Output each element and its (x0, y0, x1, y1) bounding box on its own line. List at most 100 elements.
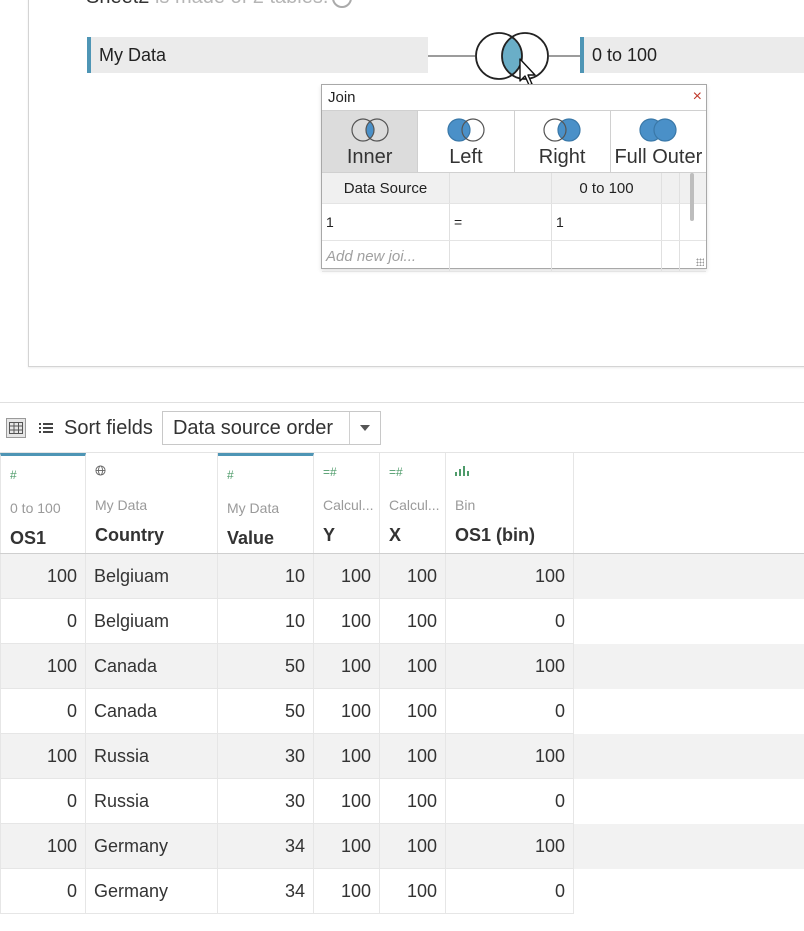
cell-x: 100 (380, 824, 446, 869)
cell-country: Russia (86, 734, 218, 779)
join-dialog-header: Join × (322, 85, 706, 111)
table-row[interactable]: 100 Canada 50 100 100 100 (0, 644, 804, 689)
cell-value: 34 (218, 824, 314, 869)
right-table-label: 0 to 100 (592, 44, 658, 65)
cell-y: 100 (314, 824, 380, 869)
table-row[interactable]: 0 Belgiuam 10 100 100 0 (0, 599, 804, 644)
join-type-label: Left (449, 146, 483, 168)
left-join-icon (447, 118, 485, 142)
clause-header-op (450, 173, 552, 203)
grid-toolbar: Sort fields Data source order (0, 408, 804, 448)
column-header-x[interactable]: =# Calcul... X (380, 453, 446, 553)
cell-os1: 0 (0, 779, 86, 824)
data-grid: # 0 to 100 OS1 My Data Country # My Data… (0, 453, 804, 914)
clause-left-field[interactable]: 1 (322, 204, 450, 240)
calc-number-icon: =# (389, 465, 403, 479)
panel-divider[interactable] (0, 402, 804, 403)
close-icon[interactable]: × (693, 87, 702, 107)
cell-country: Belgiuam (86, 599, 218, 644)
cell-os1: 0 (0, 689, 86, 734)
add-join-op-empty (450, 241, 552, 271)
cell-y: 100 (314, 599, 380, 644)
sort-fields-value: Data source order (172, 416, 334, 439)
clause-spacer (662, 204, 680, 240)
cell-os1-bin: 0 (446, 689, 574, 734)
mouse-cursor-icon (519, 58, 536, 86)
cell-country: Russia (86, 779, 218, 824)
cell-os1-bin: 100 (446, 734, 574, 779)
join-type-right[interactable]: Right (515, 111, 611, 172)
calc-number-icon: =# (323, 465, 337, 479)
table-row[interactable]: 100 Germany 34 100 100 100 (0, 824, 804, 869)
column-source: My Data (227, 500, 280, 516)
cell-y: 100 (314, 779, 380, 824)
join-type-selector: Inner Left Right Full Outer (322, 111, 706, 173)
cell-os1-bin: 0 (446, 779, 574, 824)
globe-icon (95, 465, 106, 479)
resize-grip-icon[interactable] (696, 258, 704, 266)
add-join-right-empty (552, 241, 662, 271)
cell-x: 100 (380, 689, 446, 734)
cell-value: 10 (218, 599, 314, 644)
sheet-name: Sheet2 (86, 0, 149, 8)
column-header-y[interactable]: =# Calcul... Y (314, 453, 380, 553)
column-name: Y (323, 525, 336, 545)
clause-header-right: 0 to 100 (552, 173, 662, 203)
join-clause-scrollbar[interactable] (690, 173, 694, 221)
clause-operator[interactable]: = (450, 204, 552, 240)
sort-fields-dropdown[interactable]: Data source order (161, 411, 381, 445)
cell-os1-bin: 100 (446, 824, 574, 869)
column-name: OS1 (bin) (455, 525, 535, 545)
add-join-clause-row[interactable]: Add new joi... (322, 241, 706, 272)
cell-x: 100 (380, 779, 446, 824)
left-table-pill[interactable]: My Data (87, 37, 428, 73)
join-type-left[interactable]: Left (418, 111, 515, 172)
column-header-country[interactable]: My Data Country (86, 453, 218, 553)
table-row[interactable]: 100 Belgiuam 10 100 100 100 (0, 554, 804, 599)
join-clause-grid: Data Source 0 to 100 1 = 1 Add new joi..… (322, 173, 706, 272)
table-row[interactable]: 0 Russia 30 100 100 0 (0, 779, 804, 824)
cell-y: 100 (314, 689, 380, 734)
join-type-full-outer[interactable]: Full Outer (611, 111, 706, 172)
number-icon: # (227, 468, 234, 482)
clause-header-spacer (662, 173, 680, 203)
add-join-clause[interactable]: Add new joi... (322, 241, 450, 271)
column-header-os1[interactable]: # 0 to 100 OS1 (0, 453, 86, 553)
cell-os1: 100 (0, 644, 86, 689)
info-icon[interactable] (332, 0, 353, 8)
column-header-value[interactable]: # My Data Value (218, 453, 314, 553)
cell-value: 50 (218, 644, 314, 689)
column-header-os1-bin[interactable]: Bin OS1 (bin) (446, 453, 574, 553)
cell-os1-bin: 0 (446, 599, 574, 644)
cell-os1: 0 (0, 599, 86, 644)
clause-header-left: Data Source (322, 173, 450, 203)
chevron-down-icon[interactable] (348, 412, 380, 444)
cell-os1: 100 (0, 824, 86, 869)
bin-icon (455, 465, 469, 479)
join-dialog-title: Join (328, 89, 356, 106)
join-connector-right (549, 55, 580, 57)
clause-right-field[interactable]: 1 (552, 204, 662, 240)
canvas-title: Sheet2 is made of 2 tables. (86, 0, 353, 9)
cell-x: 100 (380, 734, 446, 779)
list-view-icon[interactable] (36, 418, 56, 438)
table-row[interactable]: 0 Germany 34 100 100 0 (0, 869, 804, 914)
cell-country: Canada (86, 644, 218, 689)
join-clause-row[interactable]: 1 = 1 (322, 204, 706, 241)
grid-view-icon[interactable] (6, 418, 26, 438)
cell-value: 30 (218, 779, 314, 824)
right-table-pill[interactable]: 0 to 100 (580, 37, 804, 73)
table-row[interactable]: 0 Canada 50 100 100 0 (0, 689, 804, 734)
join-type-inner[interactable]: Inner (322, 111, 419, 172)
cell-x: 100 (380, 554, 446, 599)
table-row[interactable]: 100 Russia 30 100 100 100 (0, 734, 804, 779)
cell-x: 100 (380, 869, 446, 914)
column-source: Calcul... (389, 497, 440, 513)
join-connector-left (428, 55, 475, 57)
column-name: X (389, 525, 402, 545)
cell-os1-bin: 100 (446, 554, 574, 599)
join-dialog: Join × Inner Left Right Full Outer Data … (321, 84, 707, 272)
column-name: OS1 (10, 528, 47, 548)
cell-country: Germany (86, 824, 218, 869)
join-clause-header: Data Source 0 to 100 (322, 173, 706, 204)
